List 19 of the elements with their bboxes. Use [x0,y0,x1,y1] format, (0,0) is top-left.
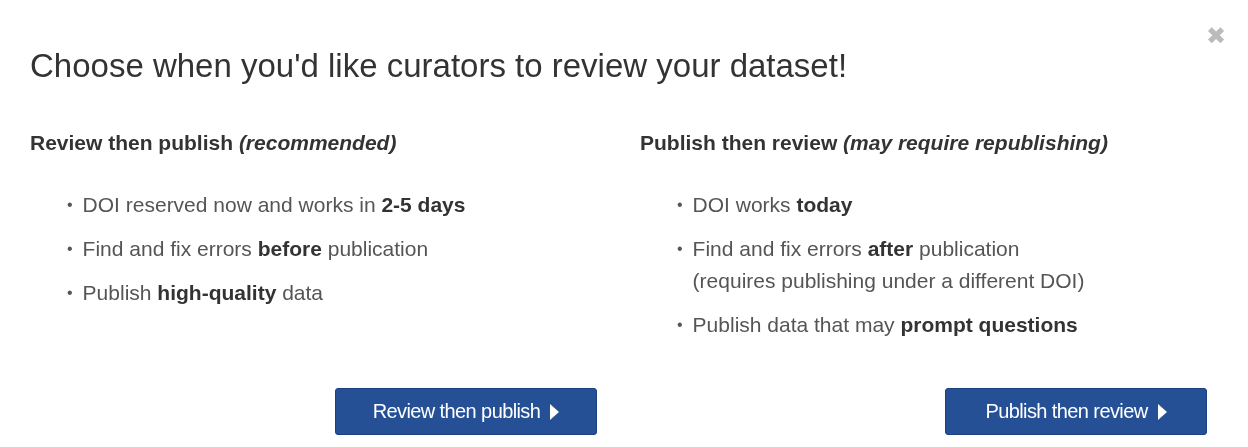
bullet-marker: • [67,239,73,259]
bullet-marker: • [67,195,73,215]
dialog-title: Choose when you'd like curators to review your dataset! [30,46,849,86]
bullet-text: Publish high-quality data [82,280,324,306]
caret-icon [549,403,560,420]
bullet-marker: • [677,239,683,259]
option-button[interactable]: Publish then review [945,388,1207,435]
caret-icon [1156,403,1167,420]
bullet-marker: • [677,315,683,335]
bullet-text: Find and fix errors after publication (requires publishing under a different DOI) [692,236,1085,294]
bullet-text: Publish data that may prompt questions [692,312,1078,338]
bullet-marker: • [67,283,73,303]
bullet-text: DOI works today [692,192,853,218]
bullet-text: Find and fix errors before publication [82,236,429,262]
bullet-text: DOI reserved now and works in 2-5 days [82,192,466,218]
option-heading: Publish then review (may require republishing) [640,130,1109,156]
option-button[interactable]: Review then publish [335,388,597,435]
option-heading: Review then publish (recommended) [30,130,398,156]
bullet-marker: • [677,195,683,215]
